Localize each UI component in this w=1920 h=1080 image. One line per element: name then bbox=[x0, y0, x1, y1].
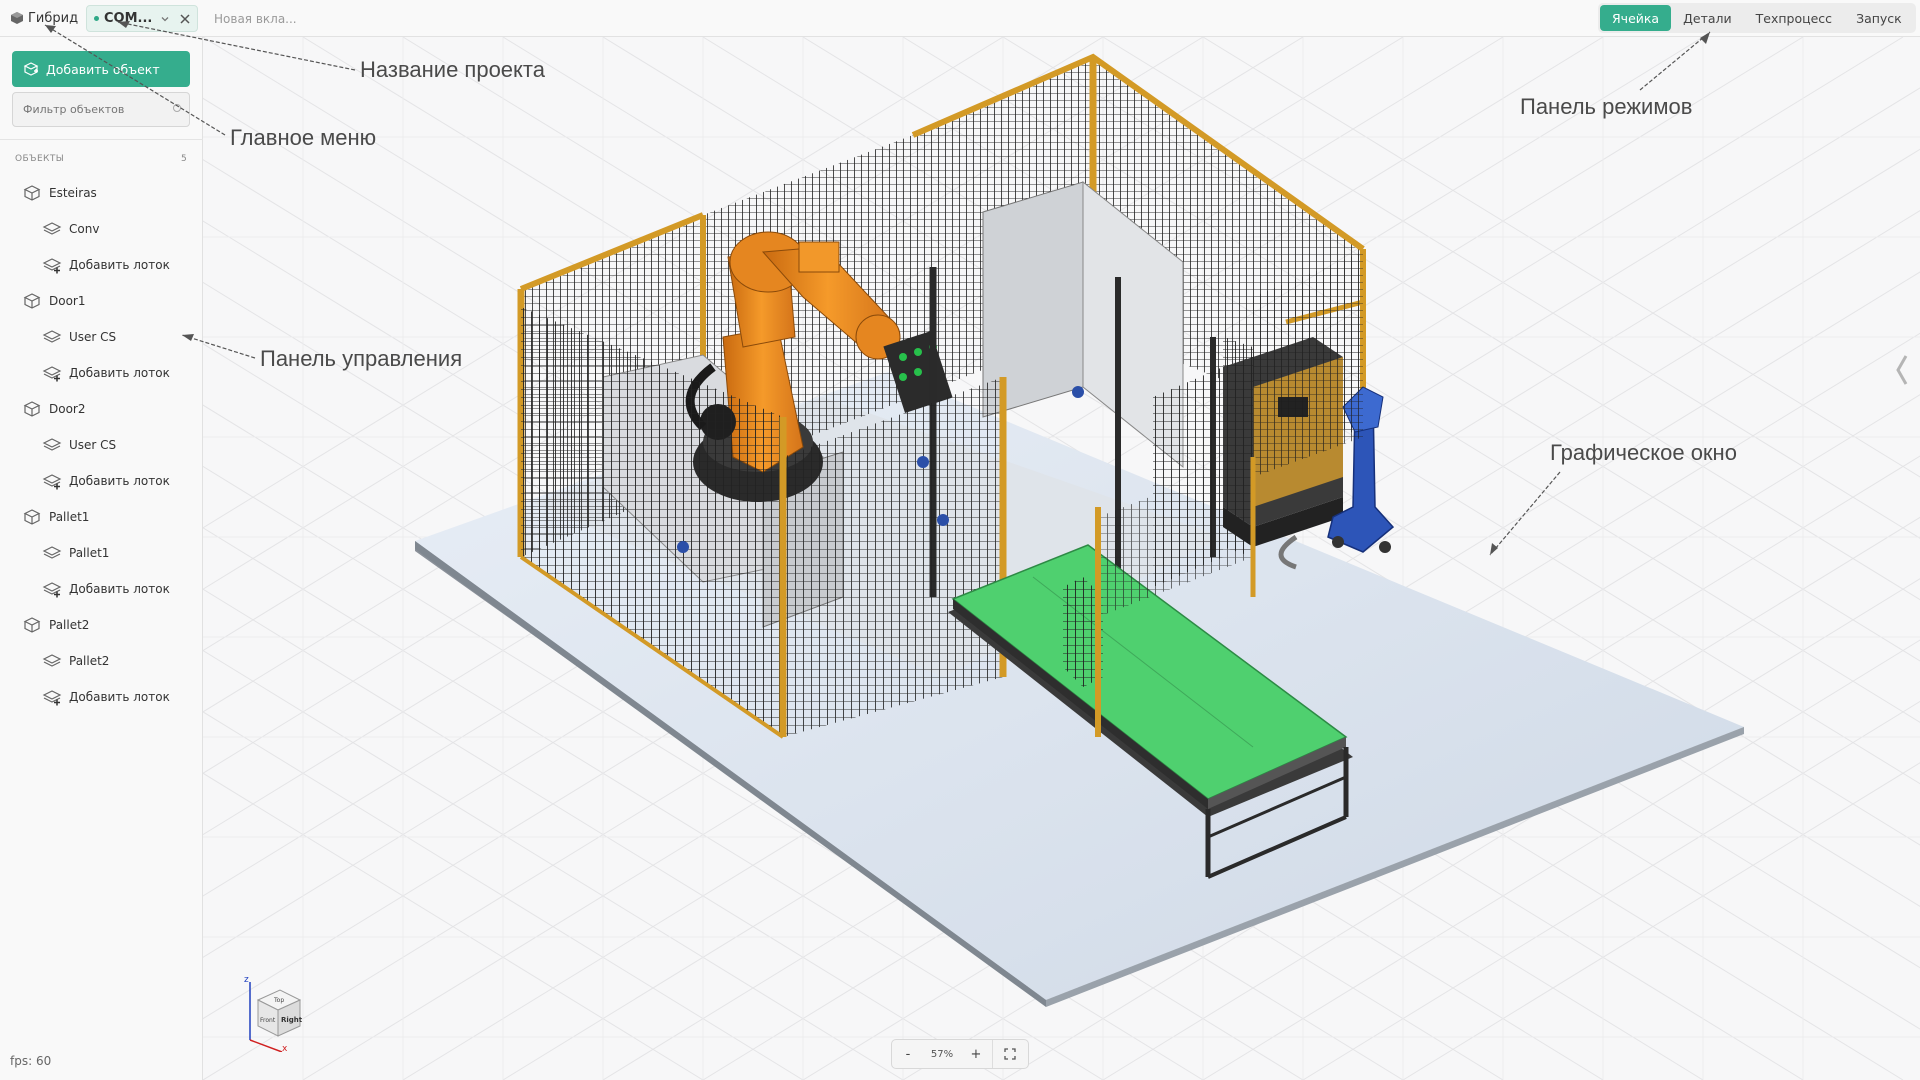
tree-item-label: Pallet2 bbox=[49, 618, 90, 632]
tree-item-door1[interactable]: Door1 bbox=[0, 283, 203, 319]
graphics-window[interactable]: z x Top Front Right - 57% + bbox=[203, 37, 1920, 1080]
tree-item-pallet2-child[interactable]: Pallet2 bbox=[0, 643, 203, 679]
add-object-icon bbox=[23, 62, 39, 76]
objects-count: 5 bbox=[181, 154, 187, 164]
tree-item-label: Pallet1 bbox=[49, 510, 90, 524]
tree-item-label: Pallet1 bbox=[69, 546, 110, 560]
add-tray-icon bbox=[42, 364, 62, 382]
object-cube-icon bbox=[22, 616, 42, 634]
tree-item-add-tray[interactable]: Добавить лоток bbox=[0, 463, 203, 499]
tree-item-label: User CS bbox=[69, 438, 117, 452]
control-panel: Добавить объект ОБЪЕКТЫ 5 Esteiras Conv … bbox=[0, 37, 203, 1080]
tree-item-label: Добавить лоток bbox=[69, 474, 170, 488]
layer-icon bbox=[42, 544, 62, 562]
axis-x-line bbox=[249, 1039, 283, 1052]
new-tab[interactable]: Новая вкла... bbox=[214, 12, 297, 26]
fit-view-button[interactable] bbox=[992, 1040, 1026, 1068]
zoom-out-button[interactable]: - bbox=[892, 1040, 924, 1068]
layer-icon bbox=[42, 220, 62, 238]
tree-item-label: Conv bbox=[69, 222, 100, 236]
cube-top-label: Top bbox=[273, 997, 284, 1004]
view-cube[interactable]: z x Top Front Right bbox=[238, 972, 318, 1052]
tree-item-add-tray[interactable]: Добавить лоток bbox=[0, 247, 203, 283]
layer-icon bbox=[42, 652, 62, 670]
tree-item-label: User CS bbox=[69, 330, 117, 344]
tree-item-pallet1[interactable]: Pallet1 bbox=[0, 499, 203, 535]
tree-item-label: Добавить лоток bbox=[69, 690, 170, 704]
object-filter-input[interactable] bbox=[12, 92, 190, 127]
objects-section-label: ОБЪЕКТЫ bbox=[15, 154, 65, 164]
annotation-mode-panel: Панель режимов bbox=[1520, 94, 1693, 119]
cube-front-label: Front bbox=[260, 1017, 276, 1024]
object-cube-icon bbox=[22, 184, 42, 202]
project-tab[interactable]: COM... bbox=[86, 5, 198, 32]
mode-parts-button[interactable]: Детали bbox=[1671, 5, 1744, 31]
tree-item-conv[interactable]: Conv bbox=[0, 211, 203, 247]
mode-process-button[interactable]: Техпроцесс bbox=[1744, 5, 1844, 31]
mode-run-button[interactable]: Запуск bbox=[1844, 5, 1914, 31]
add-tray-icon bbox=[42, 688, 62, 706]
axis-z-label: z bbox=[244, 975, 249, 985]
tree-item-pallet1-child[interactable]: Pallet1 bbox=[0, 535, 203, 571]
fit-view-icon bbox=[1003, 1048, 1016, 1060]
layer-icon bbox=[42, 436, 62, 454]
main-menu-button[interactable]: Гибрид bbox=[6, 7, 82, 29]
mode-cell-button[interactable]: Ячейка bbox=[1600, 5, 1672, 31]
object-cube-icon bbox=[22, 292, 42, 310]
zoom-toolbar: - 57% + bbox=[891, 1039, 1029, 1069]
annotation-main-menu: Главное меню bbox=[230, 125, 377, 150]
clear-filter-icon[interactable] bbox=[172, 103, 182, 113]
object-cube-icon bbox=[22, 400, 42, 418]
mode-panel: Ячейка Детали Техпроцесс Запуск bbox=[1598, 3, 1916, 33]
cube-right-label: Right bbox=[281, 1016, 303, 1024]
tree-item-label: Pallet2 bbox=[69, 654, 110, 668]
tree-item-label: Esteiras bbox=[49, 186, 97, 200]
axis-x-label: x bbox=[282, 1044, 288, 1052]
tree-item-label: Door1 bbox=[49, 294, 86, 308]
annotation-control-panel: Панель управления bbox=[260, 346, 463, 371]
tree-item-esteiras[interactable]: Esteiras bbox=[0, 175, 203, 211]
add-tray-icon bbox=[42, 256, 62, 274]
fps-counter: fps: 60 bbox=[10, 1054, 52, 1068]
divider bbox=[0, 139, 203, 140]
3d-scene[interactable] bbox=[203, 37, 1920, 1080]
app-logo-icon bbox=[11, 12, 23, 24]
unsaved-dot-icon bbox=[94, 16, 99, 21]
app-window: Гибрид COM... Новая вкла... Ячейка Детал… bbox=[0, 0, 1920, 1080]
object-tree: Esteiras Conv Добавить лоток Door1 User … bbox=[0, 175, 203, 715]
top-bar: Гибрид COM... Новая вкла... Ячейка Детал… bbox=[0, 0, 1920, 37]
tree-item-pallet2[interactable]: Pallet2 bbox=[0, 607, 203, 643]
main-menu-label: Гибрид bbox=[28, 10, 79, 26]
tree-item-label: Добавить лоток bbox=[69, 258, 170, 272]
add-object-label: Добавить объект bbox=[46, 61, 160, 77]
add-object-button[interactable]: Добавить объект bbox=[12, 51, 190, 87]
tree-item-user-cs[interactable]: User CS bbox=[0, 427, 203, 463]
add-tray-icon bbox=[42, 580, 62, 598]
object-cube-icon bbox=[22, 508, 42, 526]
annotation-project-name: Название проекта bbox=[360, 57, 545, 82]
tree-item-add-tray[interactable]: Добавить лоток bbox=[0, 571, 203, 607]
add-tray-icon bbox=[42, 472, 62, 490]
zoom-level: 57% bbox=[930, 1048, 954, 1060]
chevron-left-icon[interactable] bbox=[1894, 352, 1910, 388]
tree-item-user-cs[interactable]: User CS bbox=[0, 319, 203, 355]
zoom-in-button[interactable]: + bbox=[960, 1040, 992, 1068]
annotation-graphics-window: Графическое окно bbox=[1550, 440, 1737, 465]
tree-item-label: Door2 bbox=[49, 402, 86, 416]
close-icon[interactable] bbox=[179, 13, 191, 25]
project-tab-label: COM... bbox=[104, 11, 153, 26]
tree-item-add-tray[interactable]: Добавить лоток bbox=[0, 679, 203, 715]
tree-item-label: Добавить лоток bbox=[69, 582, 170, 596]
tree-item-add-tray[interactable]: Добавить лоток bbox=[0, 355, 203, 391]
chevron-down-icon[interactable] bbox=[159, 13, 171, 25]
layer-icon bbox=[42, 328, 62, 346]
tree-item-label: Добавить лоток bbox=[69, 366, 170, 380]
tree-item-door2[interactable]: Door2 bbox=[0, 391, 203, 427]
